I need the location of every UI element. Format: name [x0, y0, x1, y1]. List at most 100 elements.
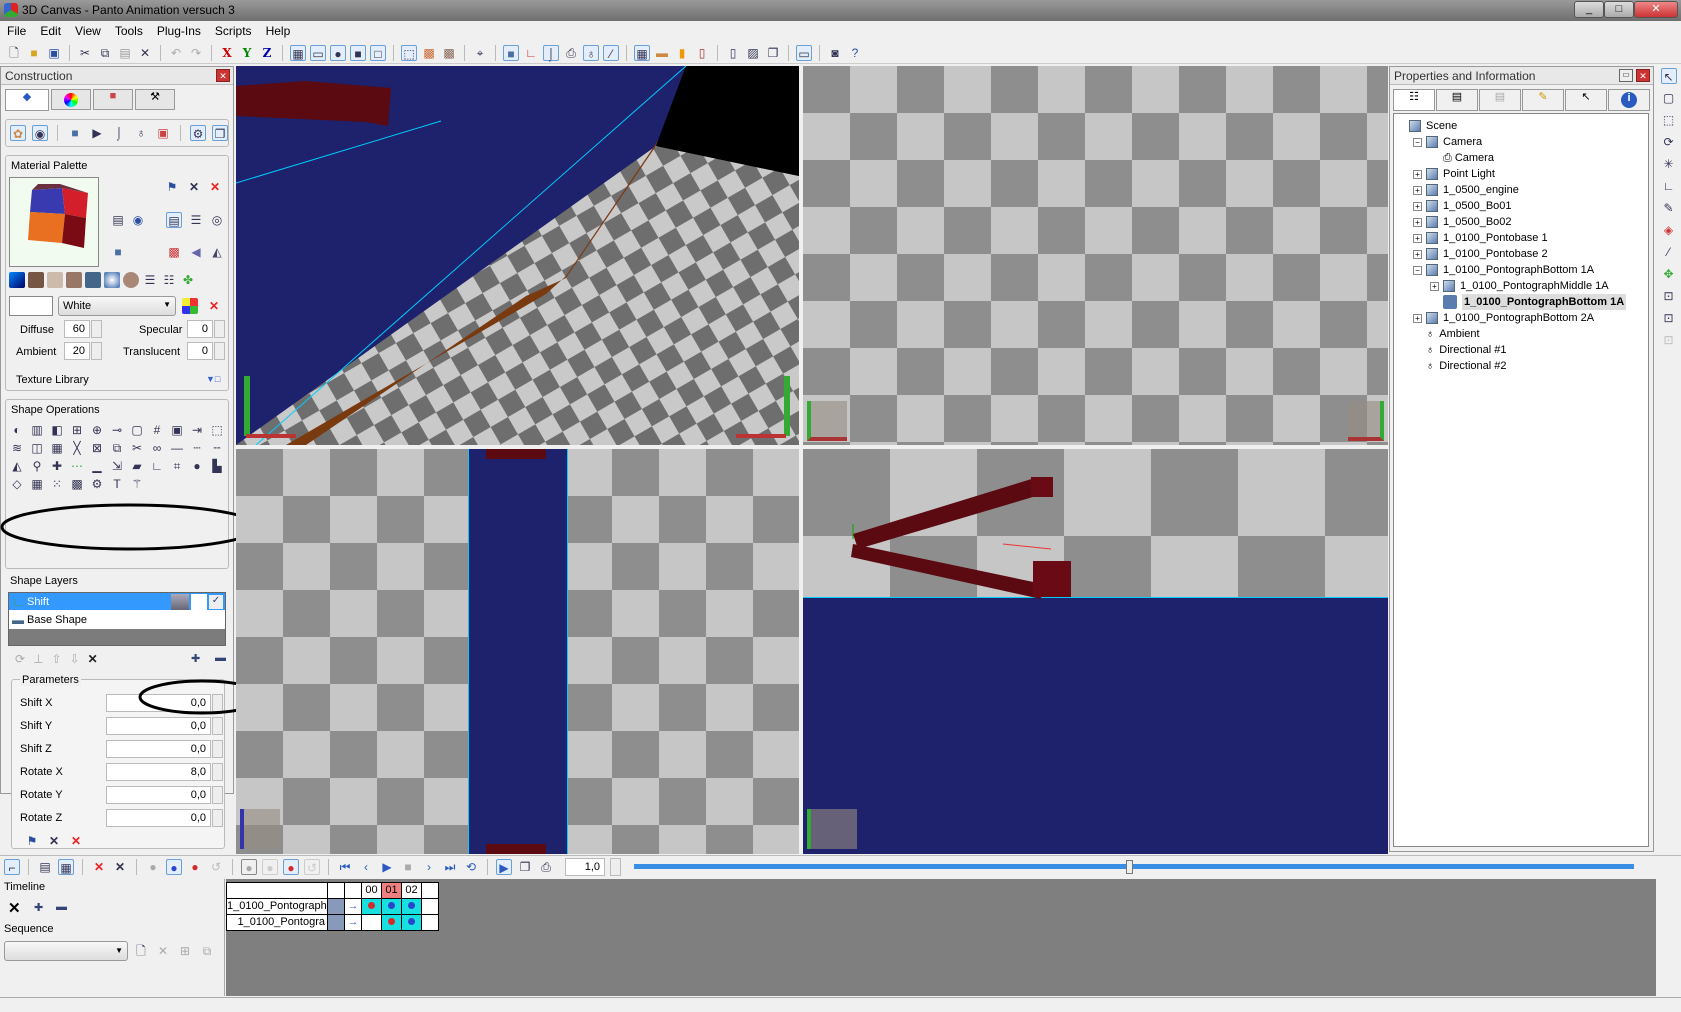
record-grey-icon[interactable]: ● — [241, 858, 257, 875]
circle-grid-icon[interactable]: ▩ — [69, 476, 85, 492]
tree-item[interactable]: +1_0100_PontographBottom 2A — [1396, 310, 1646, 326]
clear-color-icon[interactable]: ✕ — [206, 298, 222, 314]
tab-construction-arrows[interactable]: ◆ — [5, 89, 49, 111]
eyedropper-icon[interactable]: ⁄ — [1661, 244, 1677, 260]
tab-pointer[interactable]: ↖ — [1565, 89, 1607, 111]
viewport-top[interactable] — [803, 66, 1388, 445]
link-icon[interactable]: ⊸ — [109, 422, 125, 438]
diamond-icon[interactable]: ◇ — [9, 476, 25, 492]
menu-help[interactable]: Help — [259, 21, 298, 38]
view-sphere-icon[interactable]: ● — [330, 44, 346, 61]
tree-item[interactable]: +1_0100_PontographMiddle 1A — [1396, 278, 1646, 294]
tab-properties[interactable]: ▤ — [1436, 89, 1478, 111]
expand-icon[interactable]: + — [1413, 201, 1422, 211]
viewport-perspective[interactable] — [236, 66, 799, 445]
param-spinner[interactable] — [212, 809, 223, 827]
timeline-row-label[interactable]: 1_0100_Pontogra — [226, 914, 328, 931]
ambient-input[interactable]: 20 — [64, 342, 90, 360]
node-icon[interactable]: ⚲ — [29, 458, 45, 474]
crop-icon[interactable]: ⌗ — [169, 458, 185, 474]
cylinder-stack-icon[interactable]: ☰ — [188, 212, 204, 228]
line-icon[interactable]: — — [169, 440, 185, 456]
select-points-icon[interactable]: ⬚ — [209, 422, 225, 438]
grid4-icon[interactable]: ⊞ — [69, 422, 85, 438]
expand-icon[interactable]: + — [1413, 169, 1422, 179]
document-list-icon[interactable]: ▤ — [37, 859, 53, 875]
delete-sequence-icon[interactable]: ✕ — [155, 943, 171, 959]
path-tool-icon[interactable]: ⌐ — [4, 858, 20, 875]
union-icon[interactable]: ◐ — [9, 422, 25, 438]
split-sequence-icon[interactable]: ⊞ — [177, 943, 193, 959]
tab-shapes[interactable]: ■ — [93, 89, 133, 110]
path-icon[interactable]: ⁄ — [603, 44, 619, 61]
cylinder-icon[interactable]: ▮ — [674, 45, 690, 61]
translucent-spinner[interactable] — [214, 342, 225, 360]
tree-item[interactable]: ♁ Directional #1 — [1396, 342, 1646, 358]
collapse-icon[interactable]: − — [1413, 137, 1422, 147]
fan-icon[interactable]: ◭ — [9, 458, 25, 474]
shape-cube-icon[interactable]: ■ — [503, 44, 519, 61]
diffuse-spinner[interactable] — [91, 320, 102, 338]
move-icon[interactable]: ✥ — [1661, 266, 1677, 282]
marquee-icon[interactable]: ⬚ — [1661, 112, 1677, 128]
mirror-icon[interactable]: ◭ — [209, 244, 225, 260]
dotted-line-icon[interactable]: ┄ — [189, 440, 205, 456]
menu-tools[interactable]: Tools — [108, 21, 150, 38]
axis-tool-icon[interactable]: ∟ — [1661, 178, 1677, 194]
tree-item[interactable]: − 1_0100_PontographBottom 1A — [1396, 262, 1646, 278]
copy-sequence-icon[interactable]: ⧉ — [199, 943, 215, 959]
param-spinner[interactable] — [212, 786, 223, 804]
tree-item[interactable]: − Camera — [1396, 134, 1646, 150]
expand-icon[interactable]: + — [1413, 217, 1422, 227]
mesh-icon[interactable]: ▰ — [129, 458, 145, 474]
frames-icon[interactable]: ❐ — [517, 859, 533, 875]
texture-sample-icon[interactable]: ▩ — [166, 244, 182, 260]
viewport-side[interactable] — [803, 449, 1388, 854]
granite-icon[interactable] — [66, 272, 82, 288]
wand-icon[interactable]: ⚚ — [129, 476, 145, 492]
wood-icon[interactable] — [123, 272, 139, 288]
speed-input[interactable]: 1,0 — [565, 857, 605, 876]
texture-cube-icon[interactable]: ▩ — [421, 45, 437, 61]
help-icon[interactable]: ? — [847, 45, 863, 61]
remove-icon[interactable]: ✕ — [186, 179, 202, 195]
loop-icon[interactable]: ⟲ — [463, 859, 479, 875]
stack-icon[interactable]: ◫ — [29, 440, 45, 456]
frame-header[interactable]: 02 — [401, 882, 422, 899]
stop-icon[interactable]: ■ — [400, 859, 416, 875]
noise-icon[interactable] — [28, 272, 44, 288]
dash-line-icon[interactable]: ╌ — [209, 440, 225, 456]
new-sequence-icon[interactable]: 🗋 — [133, 943, 149, 959]
keyframe-cell[interactable] — [401, 898, 422, 915]
record-icon[interactable]: ● — [283, 858, 299, 875]
view-cube-icon[interactable]: ■ — [350, 44, 366, 61]
glow-icon[interactable] — [104, 272, 120, 288]
track-arrow-icon[interactable]: → — [344, 898, 362, 915]
translucent-input[interactable]: 0 — [187, 342, 213, 360]
delete-key-icon[interactable]: ✕ — [112, 859, 128, 875]
palette-icon[interactable]: ✿ — [10, 125, 26, 141]
tree-item[interactable]: ♁ Ambient — [1396, 326, 1646, 342]
puzzle-icon[interactable]: ✤ — [180, 272, 196, 288]
material-icon[interactable]: ◉ — [32, 125, 48, 141]
tree-item[interactable]: +1_0500_Bo01 — [1396, 198, 1646, 214]
list-icon[interactable]: ☰ — [142, 272, 158, 288]
split-icon[interactable]: ▥ — [29, 422, 45, 438]
tab-script[interactable]: ✎ — [1522, 89, 1564, 111]
undo-icon[interactable]: ↶ — [168, 45, 184, 61]
menu-view[interactable]: View — [68, 21, 108, 38]
keyframe-cell[interactable] — [361, 898, 382, 915]
specular-spinner[interactable] — [214, 320, 225, 338]
redo-icon[interactable]: ↷ — [188, 45, 204, 61]
delete-timeline-icon[interactable]: ✕ — [8, 899, 21, 917]
chain-icon[interactable]: ∞ — [149, 440, 165, 456]
tab-scene-tree[interactable]: ☷ — [1393, 89, 1435, 111]
chain-green-icon[interactable]: ⋯ — [69, 458, 85, 474]
table-icon[interactable]: ▦ — [29, 476, 45, 492]
view-frame-icon[interactable]: □ — [370, 44, 386, 61]
axis-x-button[interactable]: X — [219, 45, 235, 61]
color-name-dropdown[interactable]: White ▼ — [58, 296, 176, 316]
bone-small-icon[interactable]: ⌡ — [111, 125, 127, 141]
menu-file[interactable]: File — [0, 21, 33, 38]
marble-icon[interactable] — [47, 272, 63, 288]
